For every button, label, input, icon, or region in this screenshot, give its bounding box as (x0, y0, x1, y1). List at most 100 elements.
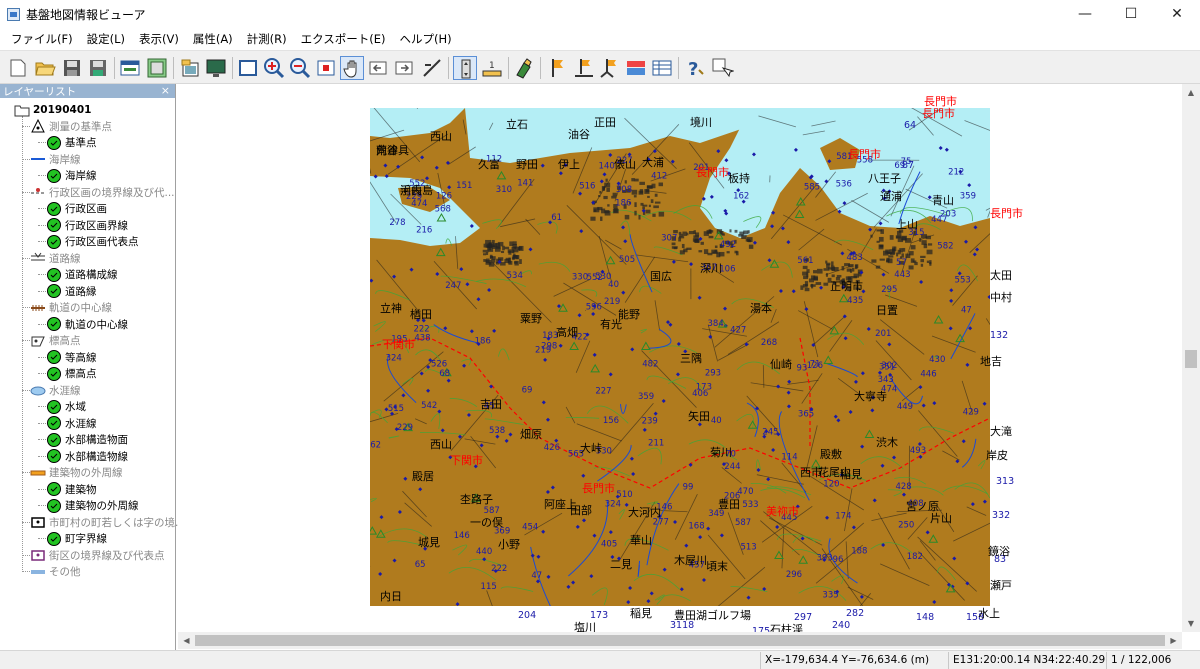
layer-item-1-0[interactable]: 海岸線 (46, 167, 97, 184)
visible-check-icon[interactable] (46, 267, 62, 283)
layer-group-5[interactable]: 標高点 (30, 332, 81, 349)
layer-group-8[interactable]: 市町村の町若しくは字の境... (30, 514, 185, 531)
scroll-up-arrow[interactable]: ▲ (1182, 84, 1200, 101)
layer-item-7-0[interactable]: 建築物 (46, 481, 97, 498)
layer-item-6-2[interactable]: 水部構造物面 (46, 431, 128, 448)
save-icon[interactable] (60, 56, 84, 80)
layer-label: 道路構成線 (65, 269, 118, 281)
layer-item-2-1[interactable]: 行政区画界線 (46, 217, 128, 234)
layer-group-9[interactable]: 街区の境界線及び代表点 (30, 547, 165, 564)
scroll-right-arrow[interactable]: ▶ (1165, 632, 1182, 649)
layer-group-7[interactable]: 建築物の外周線 (30, 464, 123, 481)
layer-group-6[interactable]: 水涯線 (30, 382, 81, 399)
visible-check-icon[interactable] (46, 399, 62, 415)
next-view-icon[interactable] (392, 56, 416, 80)
menu-file[interactable]: ファイル(F) (4, 28, 80, 50)
layer-item-0-0[interactable]: 基準点 (46, 134, 97, 151)
vertical-scrollbar[interactable]: ▲ ▼ (1182, 84, 1200, 632)
map-frame-icon[interactable] (145, 56, 169, 80)
new-icon[interactable] (6, 56, 30, 80)
pan-hand-icon[interactable] (340, 56, 364, 80)
layer-group-2[interactable]: 行政区画の境界線及び代... (30, 184, 175, 201)
layer-group-0[interactable]: 測量の基準点 (30, 118, 112, 135)
flag-area-icon[interactable] (598, 56, 622, 80)
layer-group-3[interactable]: 道路線 (30, 250, 81, 267)
panel-close-button[interactable]: × (161, 84, 170, 98)
visible-check-icon[interactable] (46, 531, 62, 547)
folder-icon (14, 102, 30, 118)
layer-item-6-1[interactable]: 水涯線 (46, 415, 97, 432)
zoom-out-icon[interactable] (288, 56, 312, 80)
menu-view[interactable]: 表示(V) (132, 28, 186, 50)
attribute-table-icon[interactable] (650, 56, 674, 80)
layer-item-5-1[interactable]: 標高点 (46, 365, 97, 382)
layer-group-4[interactable]: 軌道の中心線 (30, 299, 112, 316)
measure-line-icon[interactable] (420, 56, 444, 80)
place-label: 上山 (896, 218, 918, 231)
flag-icon[interactable] (546, 56, 570, 80)
scroll-left-arrow[interactable]: ◀ (178, 632, 195, 649)
layer-item-3-0[interactable]: 道路構成線 (46, 266, 118, 283)
export-image-icon[interactable] (178, 56, 202, 80)
layer-item-6-3[interactable]: 水部構造物線 (46, 448, 128, 465)
visible-check-icon[interactable] (46, 415, 62, 431)
visible-check-icon[interactable] (46, 349, 62, 365)
horizontal-scroll-thumb[interactable] (195, 635, 1165, 646)
visible-check-icon[interactable] (46, 432, 62, 448)
flag-point-icon[interactable] (572, 56, 596, 80)
previous-view-icon[interactable] (366, 56, 390, 80)
visible-check-icon[interactable] (46, 498, 62, 514)
settings-cursor-icon[interactable] (710, 56, 734, 80)
save-as-icon[interactable] (86, 56, 110, 80)
menu-export[interactable]: エクスポート(E) (294, 28, 393, 50)
visible-check-icon[interactable] (46, 168, 62, 184)
horizontal-scrollbar[interactable]: ◀ ▶ (178, 632, 1182, 649)
vertical-toggle-icon[interactable] (453, 56, 477, 80)
map-view[interactable]: 201 126 186 515 308 510 114 457 492 330 365 222 367 5… (178, 84, 1182, 632)
scroll-down-arrow[interactable]: ▼ (1182, 615, 1200, 632)
layer-root[interactable]: 20190401 (14, 101, 91, 118)
layer-item-5-0[interactable]: 等高線 (46, 349, 97, 366)
visible-check-icon[interactable] (46, 135, 62, 151)
visible-check-icon[interactable] (46, 234, 62, 250)
menu-attribute[interactable]: 属性(A) (186, 28, 240, 50)
maximize-button[interactable]: ☐ (1108, 0, 1154, 28)
visible-check-icon[interactable] (46, 366, 62, 382)
visible-check-icon[interactable] (46, 217, 62, 233)
layer-color-icon[interactable] (624, 56, 648, 80)
visible-check-icon[interactable] (46, 316, 62, 332)
monitor-icon[interactable] (204, 56, 228, 80)
close-button[interactable]: ✕ (1154, 0, 1200, 28)
visible-check-icon[interactable] (46, 448, 62, 464)
layer-item-8-0[interactable]: 町字界線 (46, 530, 107, 547)
menu-help[interactable]: ヘルプ(H) (393, 28, 459, 50)
menu-settings[interactable]: 設定(L) (80, 28, 132, 50)
scale-icon[interactable]: 1 (480, 56, 504, 80)
open-folder-icon[interactable] (33, 56, 57, 80)
help-icon[interactable]: ? (684, 56, 708, 80)
zoom-rect-icon[interactable] (314, 56, 338, 80)
visible-check-icon[interactable] (46, 283, 62, 299)
layer-item-7-1[interactable]: 建築物の外周線 (46, 497, 139, 514)
title-bar: 基盤地図情報ビューア — ☐ ✕ (0, 0, 1200, 28)
elevation-value-label: 247 (445, 281, 461, 291)
building-block (646, 185, 653, 189)
place-label: 正田 (594, 116, 616, 129)
layer-item-2-2[interactable]: 行政区画代表点 (46, 233, 139, 250)
full-extent-icon[interactable] (236, 56, 260, 80)
vertical-scroll-thumb[interactable] (1185, 350, 1197, 368)
layer-group-10[interactable]: その他 (30, 563, 81, 580)
layer-window-icon[interactable] (118, 56, 142, 80)
layer-group-1[interactable]: 海岸線 (30, 151, 81, 168)
minimize-button[interactable]: — (1062, 0, 1108, 28)
highlight-icon[interactable] (512, 56, 536, 80)
layer-item-2-0[interactable]: 行政区画 (46, 200, 107, 217)
layer-item-4-0[interactable]: 軌道の中心線 (46, 316, 128, 333)
menu-measure[interactable]: 計測(R) (240, 28, 294, 50)
visible-check-icon[interactable] (46, 481, 62, 497)
zoom-in-icon[interactable] (262, 56, 286, 80)
visible-check-icon[interactable] (46, 201, 62, 217)
layer-item-3-1[interactable]: 道路縁 (46, 283, 97, 300)
map-canvas[interactable]: 201 126 186 515 308 510 114 457 492 330 365 222 367 5… (370, 108, 990, 606)
layer-item-6-0[interactable]: 水域 (46, 398, 86, 415)
